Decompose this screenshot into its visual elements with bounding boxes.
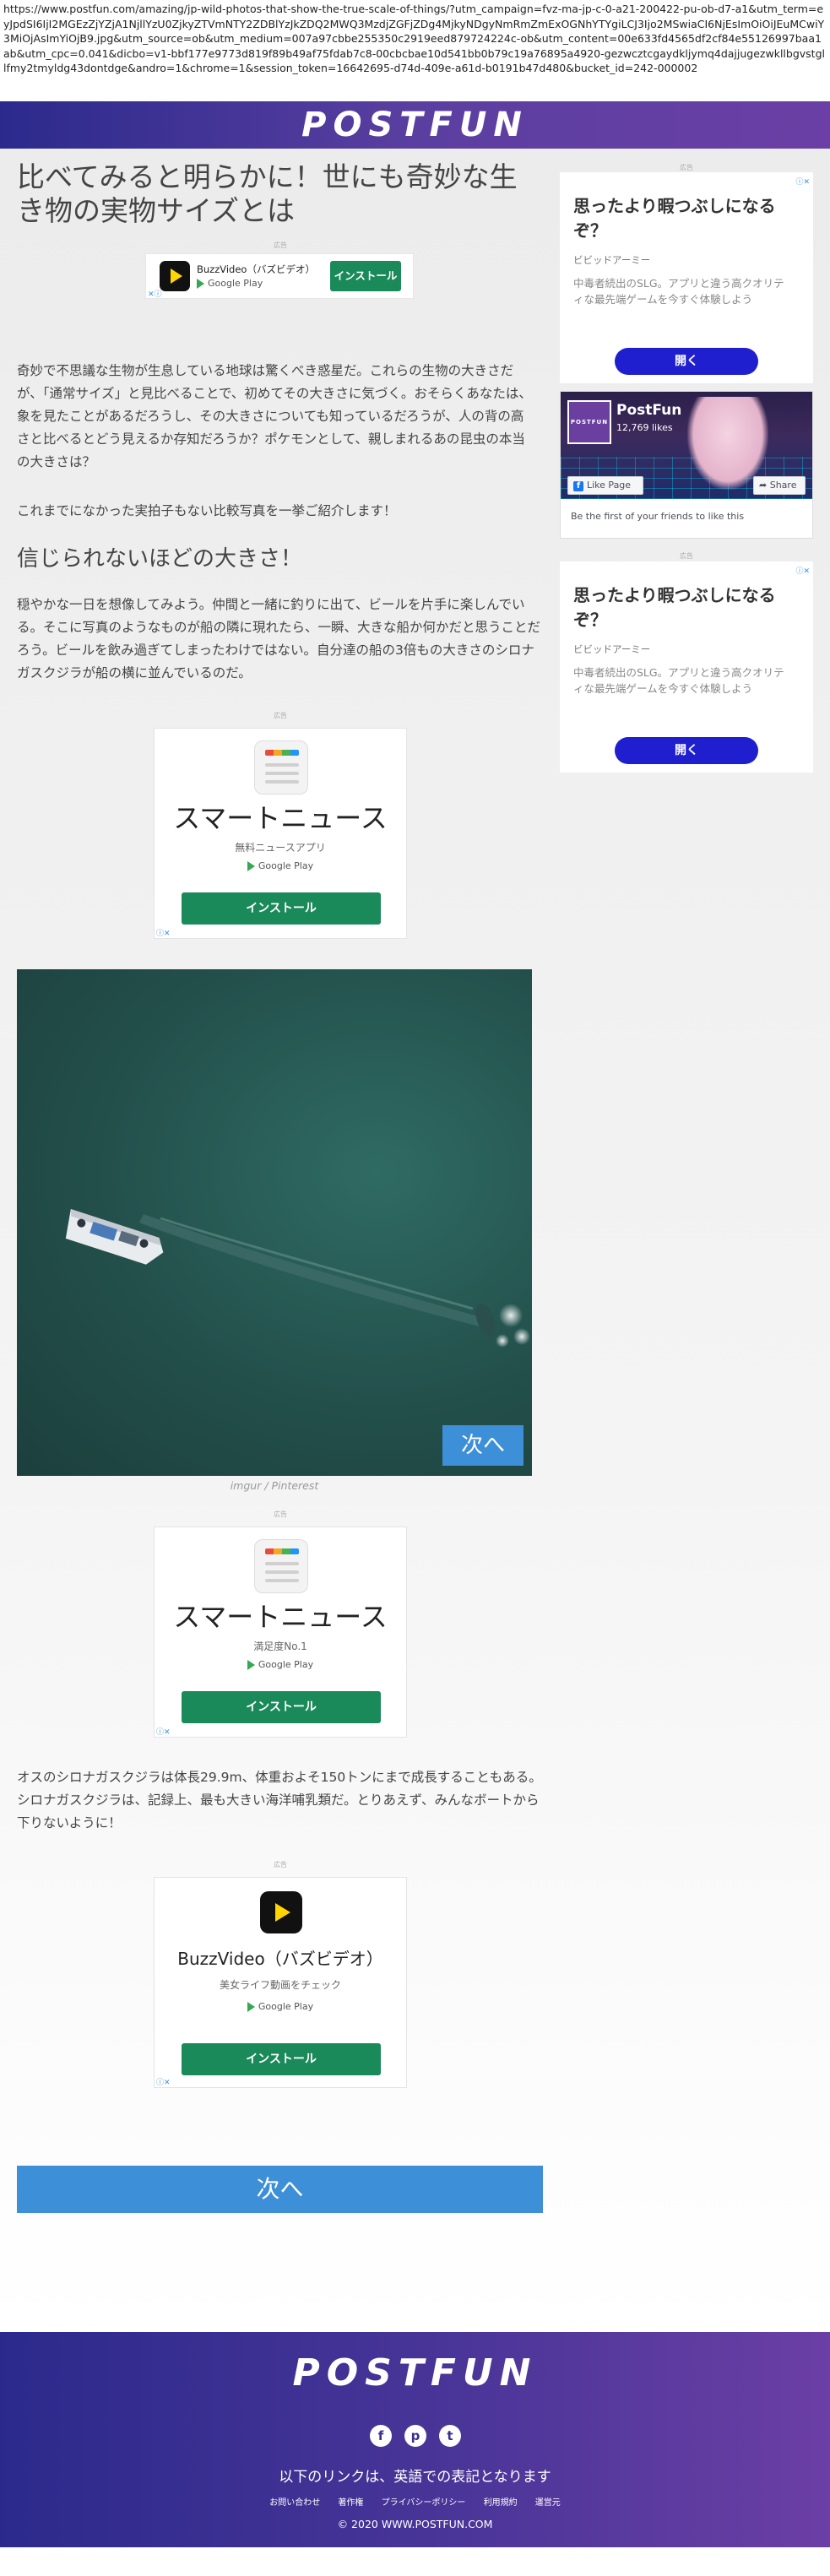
share-icon: ➦ — [759, 480, 770, 491]
whale-illustration — [65, 1208, 530, 1348]
footer-logo[interactable]: POSTFUN — [0, 2352, 830, 2394]
banner-ad[interactable]: BuzzVideo（バズビデオ） Google Play インストール ✕ⓘ — [145, 253, 414, 299]
site-header: POSTFUN — [0, 101, 830, 149]
facebook-icon[interactable]: f — [370, 2425, 392, 2447]
facebook-avatar[interactable]: POSTFUN — [567, 400, 611, 444]
install-button[interactable]: インストール — [330, 261, 401, 291]
ad-description: 中毒者続出のSLG。アプリと違う高クオリティな最先端ゲームを今すぐ体験しよう — [573, 666, 784, 695]
copyright: © 2020 WWW.POSTFUN.COM — [337, 2518, 493, 2530]
adchoices-icon[interactable]: ⓘ✕ — [156, 927, 171, 938]
install-button[interactable]: インストール — [182, 892, 381, 925]
next-page-button[interactable]: 次へ — [17, 2166, 543, 2213]
facebook-friends-text: Be the first of your friends to like thi… — [571, 511, 745, 522]
ad-subtitle: 無料ニュースアプリ — [235, 842, 326, 854]
install-button[interactable]: インストール — [182, 2043, 381, 2075]
sidebar-ad-2[interactable]: ⓘ✕ 思ったより暇つぶしになるぞ？ ビビッドアーミー 中毒者続出のSLG。アプリ… — [560, 561, 813, 773]
ad-description: 中毒者続出のSLG。アプリと違う高クオリティな最先端ゲームを今すぐ体験しよう — [573, 277, 784, 306]
adchoices-icon[interactable]: ⓘ✕ — [788, 176, 810, 187]
ad-label: 広告 — [274, 712, 287, 719]
ad-brand: ビビッドアーミー — [573, 643, 651, 655]
ad-title: 思ったより暇つぶしになるぞ？ — [573, 196, 776, 241]
smartnews-ad-2[interactable]: スマートニュース 満足度No.1 Google Play インストール ⓘ✕ — [154, 1527, 407, 1738]
article-main: 比べてみると明らかに！世にも奇妙な生き物の実物サイズとは — [17, 160, 543, 228]
adchoices-icon[interactable]: ✕ⓘ — [148, 288, 162, 299]
google-play-badge: Google Play — [197, 278, 263, 289]
google-play-badge: Google Play — [155, 2001, 406, 2012]
adchoices-icon[interactable]: ⓘ✕ — [156, 2076, 171, 2087]
photo-next-button[interactable]: 次へ — [442, 1425, 523, 1466]
footer-link-copyright[interactable]: 著作権 — [338, 2498, 363, 2508]
google-play-icon — [197, 278, 204, 289]
play-icon — [160, 261, 190, 291]
intro-paragraph: 奇妙で不思議な生物が生息している地球は驚くべき惑星だ。これらの生物の大きさだが、… — [17, 363, 532, 469]
twitter-icon[interactable]: t — [439, 2425, 461, 2447]
section-title: 信じられないほどの大きさ！ — [17, 546, 303, 572]
footer-links: お問い合わせ 著作権 プライバシーポリシー 利用規約 運営元 — [0, 2495, 830, 2508]
sidebar-ad-1[interactable]: ⓘ✕ 思ったより暇つぶしになるぞ？ ビビッドアーミー 中毒者続出のSLG。アプリ… — [560, 172, 813, 383]
adchoices-icon[interactable]: ⓘ✕ — [788, 565, 810, 576]
play-icon — [260, 1891, 302, 1933]
ad-app-name: BuzzVideo（バズビデオ） — [197, 263, 315, 275]
footer-link-terms[interactable]: 利用規約 — [484, 2498, 518, 2508]
install-button[interactable]: インストール — [182, 1691, 381, 1723]
whale-boat-photo: 次へ — [17, 969, 532, 1476]
article-title: 比べてみると明らかに！世にも奇妙な生き物の実物サイズとは — [17, 160, 518, 227]
site-logo[interactable]: POSTFUN — [0, 106, 830, 144]
ad-title: スマートニュース — [173, 802, 388, 834]
ad-label: 広告 — [274, 241, 287, 249]
site-footer: POSTFUN f p t 以下のリンクは、英語での表記となります お問い合わせ… — [0, 2332, 830, 2547]
open-button[interactable]: 開く — [615, 737, 758, 764]
caption-paragraph: オスのシロナガスクジラは体長29.9m、体重およそ150トンにまで成長することも… — [17, 1770, 542, 1830]
section-paragraph: 穏やかな一日を想像してみよう。仲間と一緒に釣りに出て、ビールを片手に楽しんでいる… — [17, 597, 541, 681]
open-button[interactable]: 開く — [615, 348, 758, 375]
ad-label: 広告 — [680, 552, 693, 560]
ad-title: BuzzVideo（バズビデオ） — [177, 1949, 383, 1969]
facebook-page-widget[interactable]: POSTFUN PostFun 12,769 likes f Like Page … — [560, 391, 813, 539]
adchoices-icon[interactable]: ⓘ✕ — [156, 1726, 171, 1737]
footer-link-operator[interactable]: 運営元 — [535, 2498, 561, 2508]
ad-label: 広告 — [274, 1510, 287, 1518]
google-play-icon — [247, 860, 255, 871]
ad-title: 思ったより暇つぶしになるぞ？ — [573, 585, 776, 630]
ad-label: 広告 — [274, 1861, 287, 1868]
google-play-icon — [247, 2001, 255, 2012]
facebook-like-button[interactable]: f Like Page — [567, 476, 643, 495]
pinterest-icon[interactable]: p — [404, 2425, 426, 2447]
smartnews-icon — [254, 1539, 308, 1593]
ad-brand: ビビッドアーミー — [573, 254, 651, 266]
footer-note: 以下のリンクは、英語での表記となります — [279, 2469, 551, 2486]
ad-subtitle: 満足度No.1 — [253, 1641, 307, 1652]
smartnews-ad[interactable]: スマートニュース 無料ニュースアプリ Google Play インストール ⓘ✕ — [154, 728, 407, 939]
photo-credit: imgur / Pinterest — [230, 1479, 319, 1492]
address-bar-url[interactable]: https://www.postfun.com/amazing/jp-wild-… — [0, 0, 830, 101]
ad-title: スマートニュース — [173, 1601, 388, 1633]
buzzvideo-ad[interactable]: BuzzVideo（バズビデオ） 美女ライフ動画をチェック Google Pla… — [154, 1877, 407, 2088]
google-play-badge: Google Play — [155, 1659, 406, 1670]
facebook-cover: POSTFUN PostFun 12,769 likes f Like Page … — [561, 392, 812, 499]
facebook-like-count: 12,769 likes — [616, 422, 673, 433]
smartnews-icon — [254, 740, 308, 794]
facebook-page-name[interactable]: PostFun — [616, 402, 681, 419]
google-play-badge: Google Play — [155, 860, 406, 871]
facebook-icon: f — [573, 481, 583, 491]
footer-link-contact[interactable]: お問い合わせ — [269, 2498, 320, 2508]
footer-link-privacy[interactable]: プライバシーポリシー — [382, 2498, 466, 2508]
google-play-icon — [247, 1659, 255, 1670]
ad-label: 広告 — [680, 164, 693, 171]
facebook-share-button[interactable]: ➦ Share — [753, 476, 806, 495]
intro-paragraph-2: これまでになかった実拍子もない比較写真を一挙ご紹介します！ — [17, 503, 397, 518]
ad-subtitle: 美女ライフ動画をチェック — [219, 1979, 341, 1991]
